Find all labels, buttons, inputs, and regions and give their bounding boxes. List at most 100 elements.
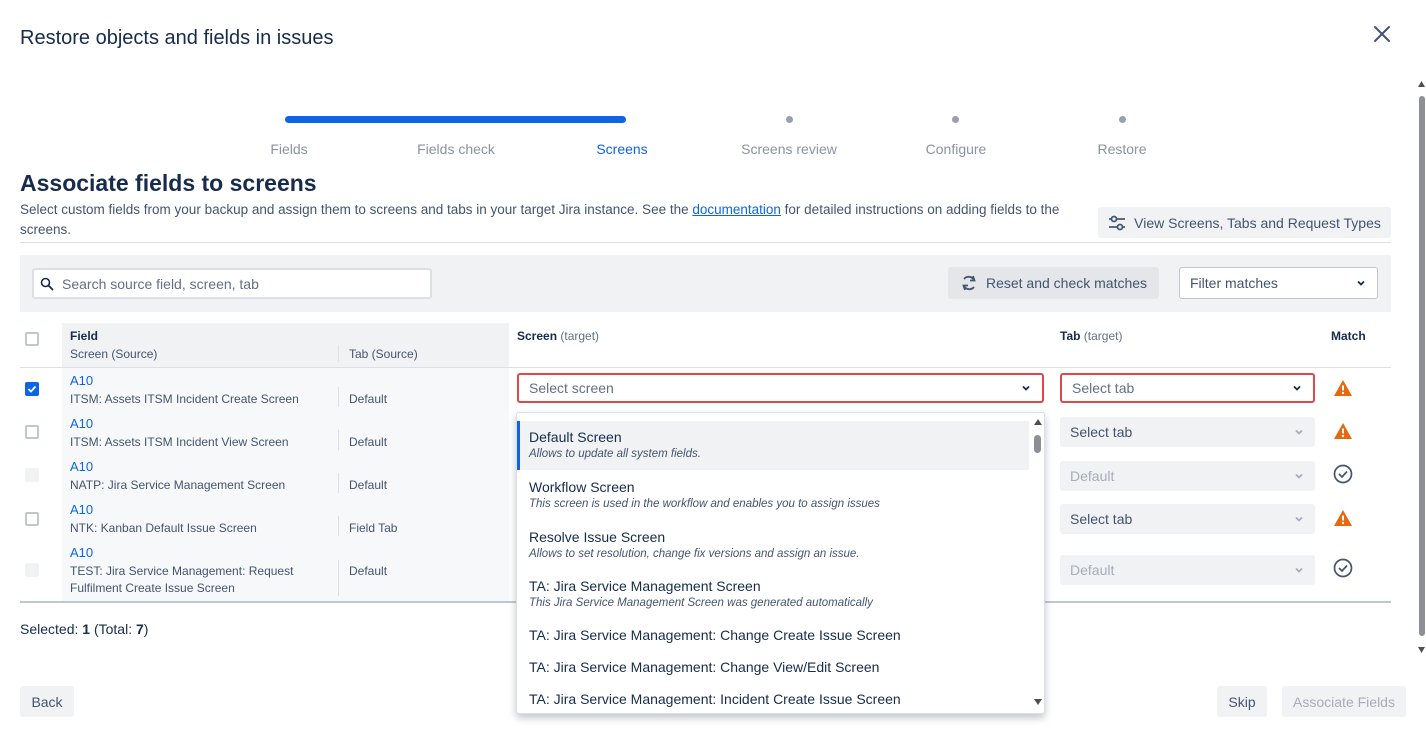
- header-match: Match: [1331, 329, 1366, 343]
- tab-select-value: Default: [1070, 562, 1115, 578]
- option-label: TA: Jira Service Management: Incident Cr…: [529, 691, 901, 707]
- screen-source: TEST: Jira Service Management: Request F…: [70, 564, 294, 595]
- step-screens[interactable]: Screens: [542, 141, 702, 157]
- step-dot-configure: [952, 116, 959, 123]
- option-label: Default Screen: [529, 429, 622, 445]
- scroll-up-icon[interactable]: [1417, 80, 1426, 88]
- warning-icon: [1334, 510, 1352, 526]
- step-configure: Configure: [925, 141, 987, 157]
- step-fields[interactable]: Fields: [209, 141, 369, 157]
- reset-check-matches-button[interactable]: Reset and check matches: [948, 267, 1159, 299]
- screen-source: ITSM: Assets ITSM Incident View Screen: [70, 435, 289, 449]
- column-separator: [338, 345, 339, 362]
- tab-target-select[interactable]: Select tab: [1060, 504, 1315, 534]
- total-close: ): [143, 621, 149, 637]
- scroll-down-icon[interactable]: [1417, 646, 1426, 654]
- tab-source: Default: [349, 564, 388, 578]
- check-circle-icon: [1333, 558, 1353, 578]
- dialog-title: Restore objects and fields in issues: [20, 27, 334, 49]
- dropdown-option[interactable]: Resolve Issue Screen Allows to set resol…: [517, 529, 1029, 560]
- column-separator: [338, 430, 339, 450]
- chevron-down-icon: [1295, 473, 1303, 479]
- section-description: Select custom fields from your backup an…: [20, 200, 1095, 240]
- field-link[interactable]: A10: [70, 545, 93, 560]
- tab-select-value: Select tab: [1070, 511, 1133, 527]
- field-link[interactable]: A10: [70, 459, 93, 474]
- sliders-icon: [1109, 215, 1126, 230]
- tab-target-select: Default: [1060, 555, 1315, 585]
- back-button[interactable]: Back: [20, 686, 74, 717]
- chevron-down-icon: [1293, 385, 1301, 391]
- scroll-down-icon[interactable]: [1033, 698, 1043, 706]
- option-description: Allows to set resolution, change fix ver…: [529, 548, 860, 560]
- view-screens-label: View Screens, Tabs and Request Types: [1134, 214, 1381, 231]
- header-screen-target-note: (target): [560, 329, 600, 343]
- tab-select-value: Select tab: [1070, 424, 1133, 440]
- header-tab-target-label: Tab: [1060, 329, 1081, 343]
- search-icon: [40, 277, 54, 290]
- dropdown-option[interactable]: Default Screen Allows to update all syst…: [517, 421, 1029, 470]
- reset-label: Reset and check matches: [985, 275, 1148, 291]
- row-checkbox[interactable]: [25, 512, 39, 526]
- dropdown-scroll-thumb[interactable]: [1034, 435, 1041, 453]
- dropdown-option[interactable]: TA: Jira Service Management: Change Crea…: [517, 627, 1029, 643]
- row-checkbox[interactable]: [25, 425, 39, 439]
- dropdown-scrollbar[interactable]: [1031, 413, 1044, 713]
- dropdown-option[interactable]: TA: Jira Service Management Screen This …: [517, 578, 1029, 609]
- search-box[interactable]: [32, 268, 432, 299]
- skip-button[interactable]: Skip: [1217, 686, 1267, 717]
- chevron-down-icon: [1357, 280, 1365, 286]
- screen-target-select[interactable]: Select screen: [517, 373, 1044, 403]
- field-link[interactable]: A10: [70, 373, 93, 388]
- option-description: This Jira Service Management Screen was …: [529, 597, 873, 609]
- field-link[interactable]: A10: [70, 502, 93, 517]
- total-count: 7: [135, 621, 144, 637]
- column-separator: [338, 473, 339, 493]
- step-dot-restore: [1119, 116, 1126, 123]
- header-tab-target: Tab (target): [1060, 329, 1122, 343]
- dropdown-option[interactable]: Workflow Screen This screen is used in t…: [517, 479, 1029, 510]
- header-tab-target-note: (target): [1083, 329, 1123, 343]
- header-field: Field: [70, 329, 99, 343]
- option-label: Workflow Screen: [529, 479, 635, 495]
- dropdown-option[interactable]: TA: Jira Service Management: Change View…: [517, 659, 1029, 675]
- page-scroll-thumb[interactable]: [1419, 96, 1425, 636]
- warning-icon: [1334, 380, 1352, 396]
- section-title: Associate fields to screens: [20, 170, 317, 196]
- screen-source: ITSM: Assets ITSM Incident Create Screen: [70, 392, 299, 406]
- warning-icon: [1334, 423, 1352, 439]
- screen-dropdown-menu[interactable]: Default Screen Allows to update all syst…: [516, 412, 1045, 714]
- screen-select-placeholder: Select screen: [529, 380, 614, 396]
- chevron-down-icon: [1295, 567, 1303, 573]
- scroll-up-icon[interactable]: [1033, 418, 1043, 426]
- tab-target-select[interactable]: Select tab: [1060, 417, 1315, 447]
- field-link[interactable]: A10: [70, 416, 93, 431]
- selected-label: Selected:: [20, 621, 79, 637]
- search-input[interactable]: [62, 275, 402, 292]
- selection-summary: Selected: 1 (Total: 7): [20, 621, 148, 637]
- column-separator: [338, 516, 339, 536]
- row-checkbox[interactable]: [25, 382, 39, 396]
- check-circle-icon: [1333, 464, 1353, 484]
- screen-source: NTK: Kanban Default Issue Screen: [70, 521, 257, 535]
- header-screen-target-label: Screen: [517, 329, 558, 343]
- filter-matches-select[interactable]: Filter matches: [1179, 267, 1378, 299]
- row-checkbox: [25, 563, 39, 577]
- tab-source: Field Tab: [349, 521, 398, 535]
- view-screens-button[interactable]: View Screens, Tabs and Request Types: [1098, 207, 1391, 238]
- option-description: This screen is used in the workflow and …: [529, 498, 880, 510]
- header-screen-target: Screen (target): [517, 329, 599, 343]
- screen-source: NATP: Jira Service Management Screen: [70, 478, 286, 492]
- documentation-link[interactable]: documentation: [692, 202, 781, 217]
- step-fields-check[interactable]: Fields check: [376, 141, 536, 157]
- selected-count: 1: [82, 621, 91, 637]
- option-description: Allows to update all system fields.: [529, 448, 701, 460]
- tab-target-select[interactable]: Select tab: [1060, 373, 1315, 403]
- tab-source: Default: [349, 478, 388, 492]
- option-label: TA: Jira Service Management: Change View…: [529, 659, 880, 675]
- tab-select-value: Select tab: [1072, 380, 1135, 396]
- close-button[interactable]: [1368, 20, 1396, 48]
- dropdown-option[interactable]: TA: Jira Service Management: Incident Cr…: [517, 691, 1029, 707]
- column-separator: [338, 560, 339, 596]
- select-all-checkbox[interactable]: [25, 332, 39, 346]
